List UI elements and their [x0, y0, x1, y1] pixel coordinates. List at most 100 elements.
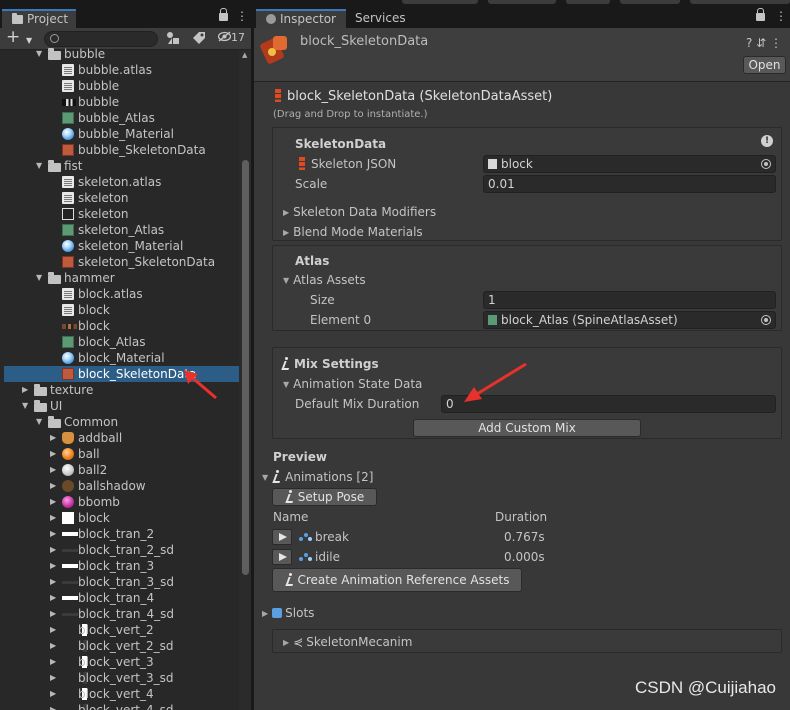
folder-item[interactable]: ▶ texture [4, 382, 239, 398]
blend-mode-materials-foldout[interactable]: ▶ Blend Mode Materials [283, 225, 423, 239]
scroll-up-icon[interactable]: ▲ [242, 51, 247, 59]
tab-project[interactable]: Project [2, 9, 77, 28]
chevron-right-icon[interactable]: ▶ [50, 670, 60, 686]
asset-item[interactable]: bubble_Atlas [4, 110, 239, 126]
toolbar-button[interactable] [690, 0, 790, 4]
chevron-right-icon[interactable]: ▶ [50, 702, 60, 710]
asset-item[interactable]: block_Atlas [4, 334, 239, 350]
lock-icon[interactable] [756, 8, 765, 23]
atlas-assets-foldout[interactable]: ▼ Atlas Assets [283, 273, 366, 287]
asset-item[interactable]: ▶ block [4, 510, 239, 526]
project-scrollbar[interactable]: ▲ [239, 50, 251, 710]
skeleton-json-field[interactable]: block [483, 155, 776, 173]
create-animation-reference-assets-button[interactable]: Create Animation Reference Assets [272, 568, 522, 592]
asset-item[interactable]: bubble_SkeletonData [4, 142, 239, 158]
asset-item[interactable]: skeleton_Atlas [4, 222, 239, 238]
skeleton-mecanim-foldout[interactable]: ▶ ⋞ SkeletonMecanim [283, 635, 412, 649]
toolbar-button[interactable] [402, 0, 478, 4]
chevron-right-icon[interactable]: ▶ [50, 606, 60, 622]
asset-item[interactable]: bubble.atlas [4, 62, 239, 78]
create-button[interactable]: + ▼ [6, 29, 38, 47]
asset-item[interactable]: ▶ block_tran_3_sd [4, 574, 239, 590]
asset-item[interactable]: ▶ block_vert_4_sd [4, 702, 239, 710]
skeleton-data-modifiers-foldout[interactable]: ▶ Skeleton Data Modifiers [283, 205, 436, 219]
chevron-right-icon[interactable]: ▶ [50, 638, 60, 654]
chevron-right-icon[interactable]: ▶ [50, 494, 60, 510]
more-menu-icon[interactable]: ⋮ [236, 9, 248, 23]
asset-item[interactable]: skeleton_Material [4, 238, 239, 254]
asset-item[interactable]: ▶ block_vert_2_sd [4, 638, 239, 654]
tab-inspector[interactable]: Inspector [256, 9, 346, 28]
asset-item[interactable]: block_SkeletonData [4, 366, 239, 382]
add-custom-mix-button[interactable]: Add Custom Mix [413, 419, 641, 437]
asset-item[interactable]: ▶ block_tran_2 [4, 526, 239, 542]
chevron-right-icon[interactable]: ▶ [50, 510, 60, 526]
scale-field[interactable]: 0.01 [483, 175, 776, 193]
asset-item[interactable]: bubble [4, 78, 239, 94]
folder-item[interactable]: ▼ UI [4, 398, 239, 414]
element-0-field[interactable]: block_Atlas (SpineAtlasAsset) [483, 311, 776, 329]
asset-item[interactable]: ▶ block_vert_3_sd [4, 670, 239, 686]
setup-pose-button[interactable]: Setup Pose [272, 488, 377, 506]
play-break-button[interactable] [272, 529, 292, 545]
more-menu-icon[interactable]: ⋮ [775, 9, 787, 23]
folder-item[interactable]: ▼ Common [4, 414, 239, 430]
chevron-down-icon[interactable]: ▼ [36, 270, 46, 286]
asset-item[interactable]: ▶ block_vert_3 [4, 654, 239, 670]
asset-item[interactable]: ▶ block_tran_2_sd [4, 542, 239, 558]
asset-item[interactable]: ▶ addball [4, 430, 239, 446]
asset-item[interactable]: bubble_Material [4, 126, 239, 142]
chevron-right-icon[interactable]: ▶ [50, 622, 60, 638]
play-idile-button[interactable] [272, 549, 292, 565]
chevron-right-icon[interactable]: ▶ [50, 654, 60, 670]
asset-item[interactable]: skeleton [4, 206, 239, 222]
chevron-right-icon[interactable]: ▶ [50, 590, 60, 606]
default-mix-duration-field[interactable]: 0 [441, 395, 776, 413]
folder-item[interactable]: ▼ fist [4, 158, 239, 174]
asset-item[interactable]: ▶ ball2 [4, 462, 239, 478]
chevron-right-icon[interactable]: ▶ [50, 478, 60, 494]
lock-icon[interactable] [219, 8, 228, 23]
size-field[interactable]: 1 [483, 291, 776, 309]
chevron-down-icon[interactable]: ▼ [36, 414, 46, 430]
folder-item[interactable]: ▼ bubble [4, 46, 239, 62]
filter-by-type-icon[interactable] [166, 31, 180, 47]
search-input[interactable] [44, 31, 158, 47]
toolbar-button[interactable] [566, 0, 610, 4]
open-button[interactable]: Open [743, 56, 786, 74]
asset-item[interactable]: ▶ block_vert_4 [4, 686, 239, 702]
chevron-down-icon[interactable]: ▼ [22, 398, 32, 414]
asset-item[interactable]: ▶ block_tran_4 [4, 590, 239, 606]
chevron-right-icon[interactable]: ▶ [50, 542, 60, 558]
object-picker-icon[interactable] [761, 315, 771, 325]
asset-item[interactable]: ▶ ballshadow [4, 478, 239, 494]
toolbar-button[interactable] [620, 0, 680, 4]
chevron-right-icon[interactable]: ▶ [50, 574, 60, 590]
asset-item[interactable]: block [4, 318, 239, 334]
chevron-right-icon[interactable]: ▶ [50, 526, 60, 542]
object-picker-icon[interactable] [761, 159, 771, 169]
asset-item[interactable]: ▶ block_tran_4_sd [4, 606, 239, 622]
tab-services[interactable]: Services [345, 9, 416, 28]
scrollbar-thumb[interactable] [242, 160, 249, 575]
chevron-right-icon[interactable]: ▶ [50, 462, 60, 478]
asset-item[interactable]: ▶ bbomb [4, 494, 239, 510]
asset-item[interactable]: ▶ block_vert_2 [4, 622, 239, 638]
chevron-down-icon[interactable]: ▼ [36, 46, 46, 62]
chevron-right-icon[interactable]: ▶ [50, 446, 60, 462]
slots-foldout[interactable]: ▶ Slots [262, 606, 314, 620]
folder-item[interactable]: ▼ hammer [4, 270, 239, 286]
asset-item[interactable]: block [4, 302, 239, 318]
animation-state-data-foldout[interactable]: ▼ Animation State Data [283, 377, 422, 391]
asset-item[interactable]: ▶ ball [4, 446, 239, 462]
animations-foldout[interactable]: ▼ Animations [2] [262, 470, 373, 484]
asset-item[interactable]: skeleton [4, 190, 239, 206]
hidden-packages-toggle[interactable]: 17 [217, 31, 245, 44]
asset-item[interactable]: block.atlas [4, 286, 239, 302]
filter-by-label-icon[interactable] [192, 31, 206, 47]
chevron-down-icon[interactable]: ▼ [36, 158, 46, 174]
asset-item[interactable]: block_Material [4, 350, 239, 366]
toolbar-button[interactable] [488, 0, 556, 4]
chevron-right-icon[interactable]: ▶ [50, 686, 60, 702]
asset-item[interactable]: skeleton_SkeletonData [4, 254, 239, 270]
